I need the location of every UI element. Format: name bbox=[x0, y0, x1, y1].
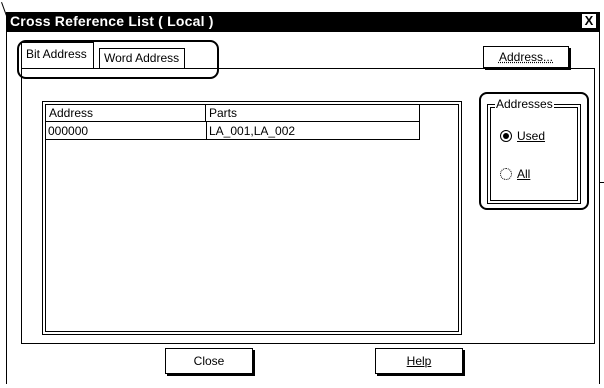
address-button-label: Address... bbox=[498, 50, 554, 64]
close-icon: X bbox=[584, 13, 594, 28]
radio-used-label: Used bbox=[517, 129, 546, 143]
cross-reference-dialog: Cross Reference List ( Local ) X Bit Add… bbox=[6, 12, 600, 384]
help-button-label: Help bbox=[406, 354, 432, 368]
column-header-filler bbox=[420, 105, 460, 122]
radio-checked-icon bbox=[500, 130, 512, 142]
tab-word-address[interactable]: Word Address bbox=[99, 48, 186, 68]
row-address-cell: 000000 bbox=[48, 124, 89, 138]
radio-all-label: All bbox=[517, 167, 531, 181]
row-parts-cell: LA_001,LA_002 bbox=[209, 124, 296, 138]
column-header-address-label: Address bbox=[49, 106, 94, 120]
radio-all[interactable]: All bbox=[500, 167, 530, 181]
close-button-label: Close bbox=[193, 354, 225, 368]
close-window-button[interactable]: X bbox=[581, 13, 597, 29]
row-column-divider bbox=[206, 122, 207, 139]
tab-bit-address-label: Bit Address bbox=[26, 47, 87, 61]
radio-unchecked-icon bbox=[500, 168, 512, 180]
radio-used[interactable]: Used bbox=[500, 129, 545, 143]
tab-word-address-label: Word Address bbox=[104, 51, 180, 65]
close-button[interactable]: Close bbox=[165, 348, 253, 374]
tab-bit-address[interactable]: Bit Address bbox=[21, 42, 94, 68]
title-bar: Cross Reference List ( Local ) X bbox=[7, 12, 599, 32]
column-header-address[interactable]: Address bbox=[46, 105, 206, 122]
list-view-frame: Address Parts 000000 LA_001,LA_002 bbox=[45, 104, 459, 332]
addresses-group-label: Addresses bbox=[495, 97, 554, 111]
column-header-parts[interactable]: Parts bbox=[206, 105, 420, 122]
window-title: Cross Reference List ( Local ) bbox=[10, 13, 214, 29]
column-header-parts-label: Parts bbox=[209, 106, 238, 120]
address-button[interactable]: Address... bbox=[483, 46, 569, 68]
cross-reference-list[interactable]: Address Parts 000000 LA_001,LA_002 bbox=[42, 101, 462, 335]
table-row[interactable]: 000000 LA_001,LA_002 bbox=[46, 122, 420, 140]
help-button[interactable]: Help bbox=[375, 348, 463, 374]
